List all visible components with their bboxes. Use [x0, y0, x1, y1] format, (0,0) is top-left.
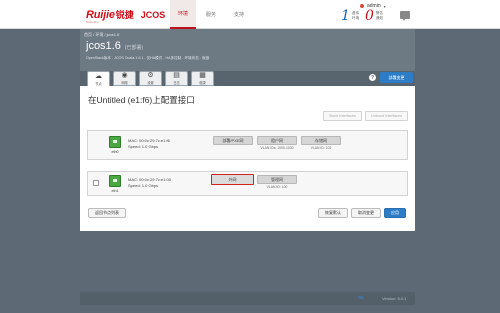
- stat-environments[interactable]: 1 虚拟 环境: [341, 8, 359, 24]
- deploy-changes-button[interactable]: 部署变更: [380, 72, 413, 83]
- back-to-nodes-button[interactable]: 返回节点列表: [88, 208, 126, 218]
- tab-label: 网络: [121, 81, 128, 85]
- stat-environments-value: 1: [341, 8, 350, 24]
- chat-icon[interactable]: [400, 11, 410, 21]
- unbond-interfaces-button[interactable]: Unbond Interfaces: [364, 111, 408, 121]
- product-name: JCOS: [140, 10, 166, 20]
- environment-meta: OpenStack版本 - JCOS Ocata 1.6.1 - 仅HA模式 -…: [86, 56, 210, 60]
- help-icon[interactable]: ?: [369, 74, 376, 81]
- tab-label: 设置: [147, 81, 154, 85]
- interface-details: MAC: 00:0c:29:7c:e1:00 Speed: 1.0 Gbps: [128, 177, 171, 189]
- network-tag-storage[interactable]: 存储网: [301, 136, 341, 145]
- network-icon: ◉: [121, 72, 128, 79]
- environment-header: 首页 / 环境 / jcos1.6 jcos1.6 (已部署) OpenStack…: [80, 29, 415, 71]
- brand-sub: Networks: [86, 20, 99, 24]
- page-title-text: jcos1.6: [86, 40, 121, 52]
- brand-name-cn: 锐捷: [115, 10, 134, 20]
- interface-speed: Speed: 1.0 Gbps: [128, 183, 159, 188]
- log-icon: ▤: [173, 72, 180, 79]
- network-tag-storage-vlan: VLAN ID: 102: [310, 146, 332, 150]
- stat-notifications-value: 0: [365, 8, 374, 24]
- tab-networks[interactable]: ◉ 网络: [113, 71, 136, 86]
- tab-logs[interactable]: ▤ 日志: [165, 71, 188, 86]
- tab-strip: ☁ 节点 ◉ 网络 ⚙ 设置 ▤ 日志 ▦ 健康 ? 部署变更: [80, 71, 415, 87]
- environment-status-tag: (已部署): [124, 45, 144, 51]
- bond-interfaces-button[interactable]: Bond Interfaces: [323, 111, 362, 121]
- ethernet-port-icon[interactable]: [109, 136, 121, 148]
- tab-label: 健康: [199, 81, 206, 85]
- cancel-changes-button[interactable]: 取消变更: [351, 208, 381, 218]
- apply-button[interactable]: 应用: [384, 208, 406, 218]
- panel-title: 在Untitled (e1:f6)上配置接口: [88, 95, 195, 105]
- chevron-down-icon: ▾: [383, 3, 386, 9]
- tab-health[interactable]: ▦ 健康: [191, 71, 214, 86]
- interface-checkbox[interactable]: [93, 180, 99, 186]
- tab-label: 日志: [173, 81, 180, 85]
- top-bar: Ruijie 锐捷 JCOS Networks 环境 服务 支持 admin ▾…: [0, 0, 500, 29]
- gear-icon: ⚙: [147, 72, 154, 79]
- panel-footer-right: 恢复默认 取消变更 应用: [318, 208, 406, 218]
- network-tag-public[interactable]: 外网: [211, 174, 254, 185]
- nav-item-services[interactable]: 服务: [198, 0, 224, 29]
- stat-notifications[interactable]: 0 警告 通知: [365, 8, 383, 24]
- ethernet-port-icon[interactable]: [109, 175, 121, 187]
- main-nav: 环境 服务 支持: [170, 0, 254, 29]
- interface-speed: Speed: 1.0 Gbps: [128, 144, 159, 149]
- network-tag-pxe[interactable]: 部署/PXE网: [213, 136, 253, 145]
- interface-row-eth1: eth1 MAC: 00:0c:29:7c:e1:00 Speed: 1.0 G…: [87, 171, 408, 196]
- stat-notifications-label: 警告 通知: [375, 11, 384, 20]
- interface-row-eth0: eth0 MAC: 00:0c:29:7c:e1:f6 Speed: 1.0 G…: [87, 130, 408, 160]
- tab-nodes[interactable]: ☁ 节点: [87, 71, 110, 87]
- network-tag-management[interactable]: 管理网: [257, 175, 297, 184]
- interface-name: eth0: [111, 150, 119, 154]
- panel-footer-left: 返回节点列表: [88, 208, 126, 218]
- version-label: Version: 6.0.1: [382, 296, 407, 301]
- page-title: jcos1.6 (已部署): [86, 40, 143, 52]
- restore-defaults-button[interactable]: 恢复默认: [318, 208, 348, 218]
- nav-item-environment[interactable]: 环境: [170, 0, 196, 29]
- configure-interfaces-panel: 在Untitled (e1:f6)上配置接口 Bond Interfaces U…: [80, 86, 415, 231]
- status-ok: Ok: [358, 295, 364, 300]
- bond-buttons: Bond Interfaces Unbond Interfaces: [323, 111, 408, 121]
- interface-details: MAC: 00:0c:29:7c:e1:f6 Speed: 1.0 Gbps: [128, 138, 170, 150]
- nav-item-support[interactable]: 支持: [226, 0, 252, 29]
- stat-environments-label: 虚拟 环境: [351, 11, 360, 20]
- network-tag-tenant[interactable]: 租户网: [257, 136, 297, 145]
- user-status-icon: [360, 4, 364, 8]
- cloud-icon: ☁: [95, 73, 102, 80]
- interface-name: eth1: [111, 189, 119, 193]
- breadcrumb[interactable]: 首页 / 环境 / jcos1.6: [84, 32, 119, 38]
- tab-settings[interactable]: ⚙ 设置: [139, 71, 162, 86]
- status-bar: Ok Version: 6.0.1: [80, 292, 415, 305]
- network-tag-management-vlan: VLAN ID: 100: [266, 185, 288, 189]
- network-tag-tenant-vlan: VLAN IDs: 1000-1030: [260, 146, 294, 150]
- health-icon: ▦: [199, 72, 206, 79]
